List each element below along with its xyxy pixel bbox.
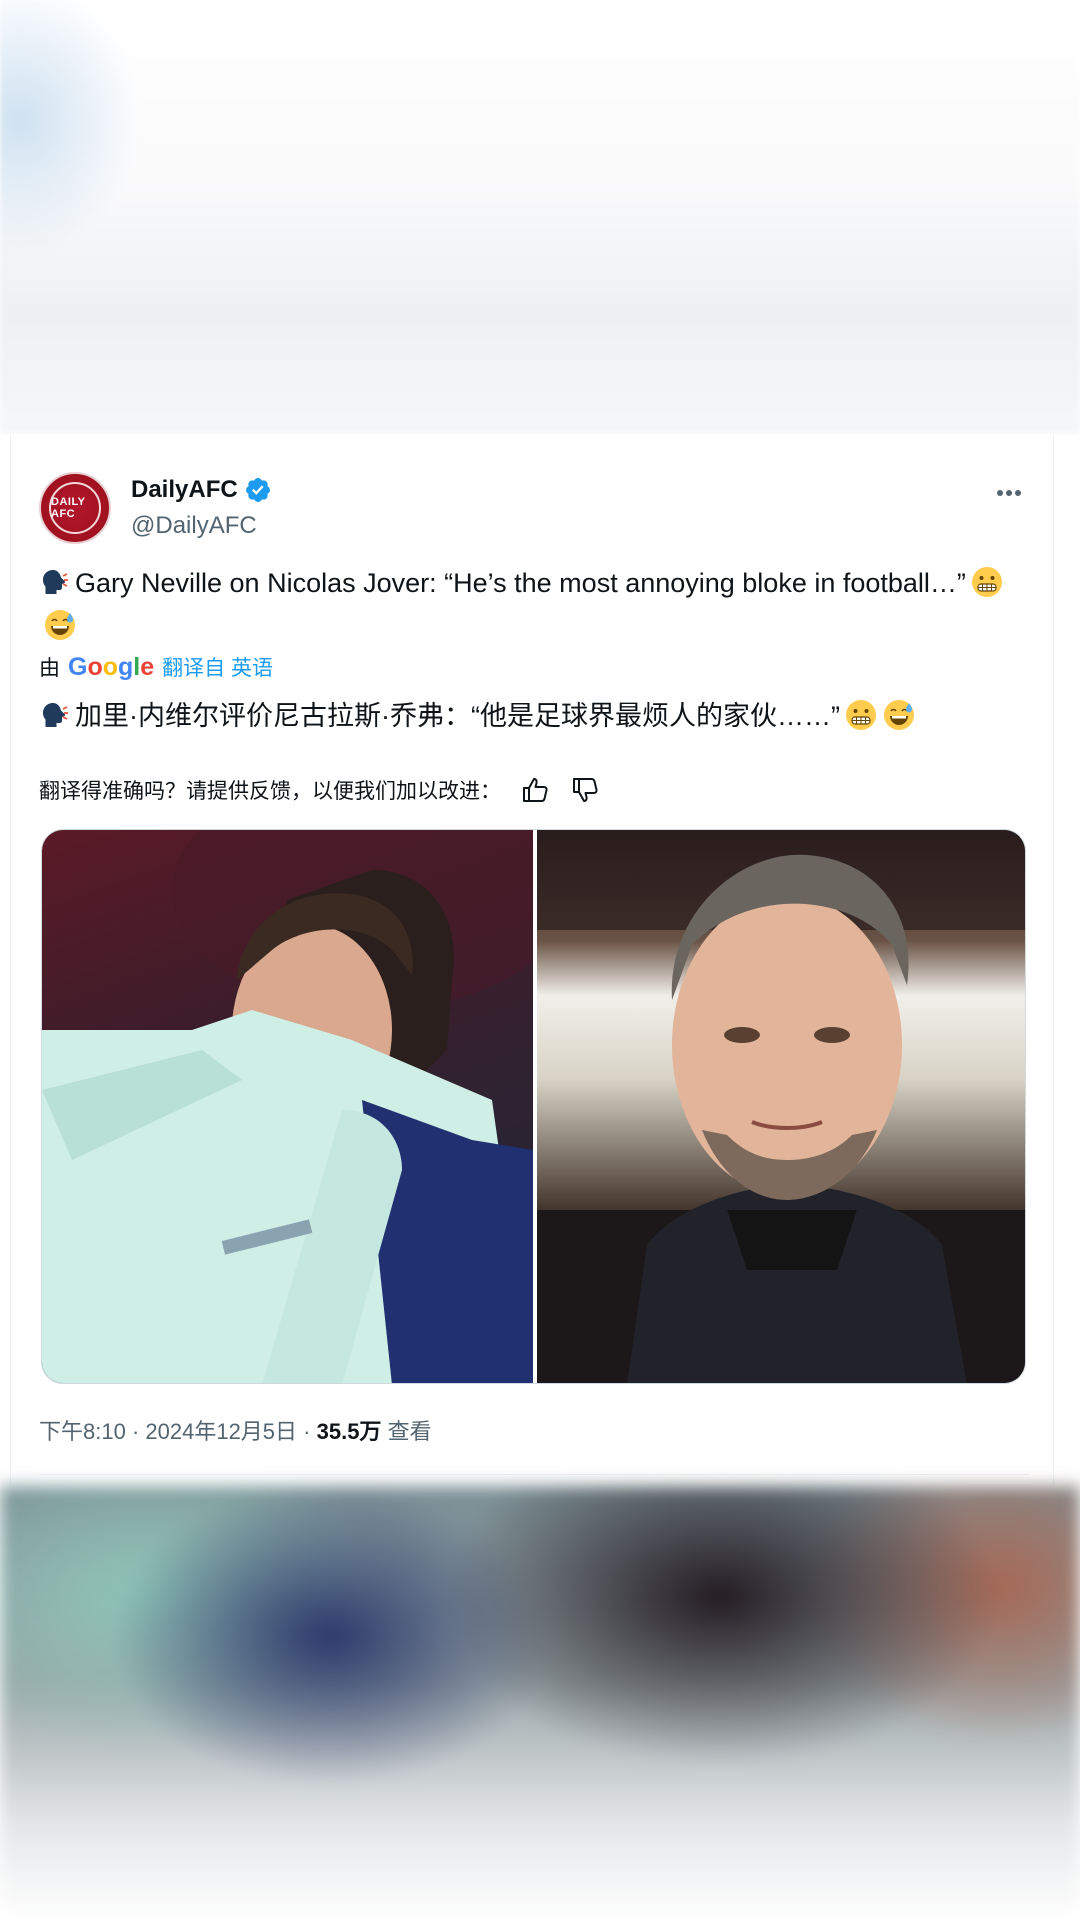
blurred-background-top bbox=[0, 0, 1080, 434]
avatar-logo: DAILY AFC bbox=[49, 482, 101, 534]
speaking-head-icon bbox=[43, 570, 68, 594]
translation-body: 加里·内维尔评价尼古拉斯·乔弗：“他是足球界最烦人的家伙……” bbox=[75, 701, 840, 731]
grimacing-face-icon bbox=[845, 700, 876, 730]
meta-separator: · bbox=[125, 1419, 146, 1444]
name-row: DailyAFC bbox=[131, 476, 272, 504]
google-letter: o bbox=[87, 652, 103, 681]
views-count: 35.5万 bbox=[316, 1419, 382, 1444]
tweet-card: DAILY AFC DailyAFC @DailyAFC Gary Nevill… bbox=[10, 434, 1054, 1486]
tweet-date[interactable]: 2024年12月5日 bbox=[145, 1419, 297, 1444]
translated-by-google: 由 Google 翻译自 英语 bbox=[39, 652, 273, 682]
blurred-background-bottom bbox=[0, 1486, 1080, 1920]
meta-separator: · bbox=[297, 1419, 317, 1444]
translation-feedback: 翻译得准确吗？请提供反馈，以便我们加以改进： bbox=[39, 774, 601, 806]
google-logo: Google bbox=[68, 653, 154, 682]
speaking-head-icon bbox=[43, 703, 68, 727]
display-name[interactable]: DailyAFC bbox=[131, 476, 238, 504]
photo-gary-neville[interactable] bbox=[537, 830, 1025, 1383]
handle[interactable]: @DailyAFC bbox=[131, 512, 257, 540]
translation-text: 加里·内维尔评价尼古拉斯·乔弗：“他是足球界最烦人的家伙……” bbox=[39, 694, 1029, 738]
google-letter: o bbox=[102, 652, 119, 681]
thumbs-up-icon[interactable] bbox=[519, 774, 551, 806]
views-label: 查看 bbox=[387, 1419, 432, 1444]
photo-left-illustration bbox=[42, 830, 533, 1383]
avatar[interactable]: DAILY AFC bbox=[39, 472, 111, 544]
grimacing-face-icon bbox=[971, 567, 1002, 597]
avatar-logo-text: DAILY AFC bbox=[51, 496, 86, 520]
verified-badge-icon bbox=[245, 478, 270, 502]
tweet-time[interactable]: 下午8:10 bbox=[39, 1419, 126, 1444]
tweet-header: DAILY AFC DailyAFC @DailyAFC bbox=[39, 472, 1029, 544]
google-letter: g bbox=[118, 652, 134, 681]
grinning-sweat-face-icon bbox=[883, 700, 914, 730]
more-options-icon[interactable] bbox=[989, 478, 1029, 508]
divider bbox=[39, 1474, 1029, 1475]
google-letter: G bbox=[68, 652, 88, 681]
tweet-meta: 下午8:10 · 2024年12月5日 · 35.5万 查看 bbox=[39, 1414, 432, 1446]
google-letter: e bbox=[140, 652, 155, 681]
photo-right-illustration bbox=[537, 830, 1025, 1383]
thumbs-down-icon[interactable] bbox=[569, 774, 601, 806]
tweet-media[interactable] bbox=[41, 829, 1026, 1384]
feedback-prompt: 翻译得准确吗？请提供反馈，以便我们加以改进： bbox=[39, 780, 501, 803]
tweet-text: Gary Neville on Nicolas Jover: “He’s the… bbox=[39, 562, 1029, 648]
translated-by-prefix: 由 bbox=[39, 657, 60, 680]
grinning-sweat-face-icon bbox=[45, 610, 75, 640]
translated-from-english-link[interactable]: 翻译自 英语 bbox=[162, 652, 273, 682]
tweet-text-body: Gary Neville on Nicolas Jover: “He’s the… bbox=[75, 568, 966, 598]
photo-nicolas-jover[interactable] bbox=[42, 830, 533, 1383]
